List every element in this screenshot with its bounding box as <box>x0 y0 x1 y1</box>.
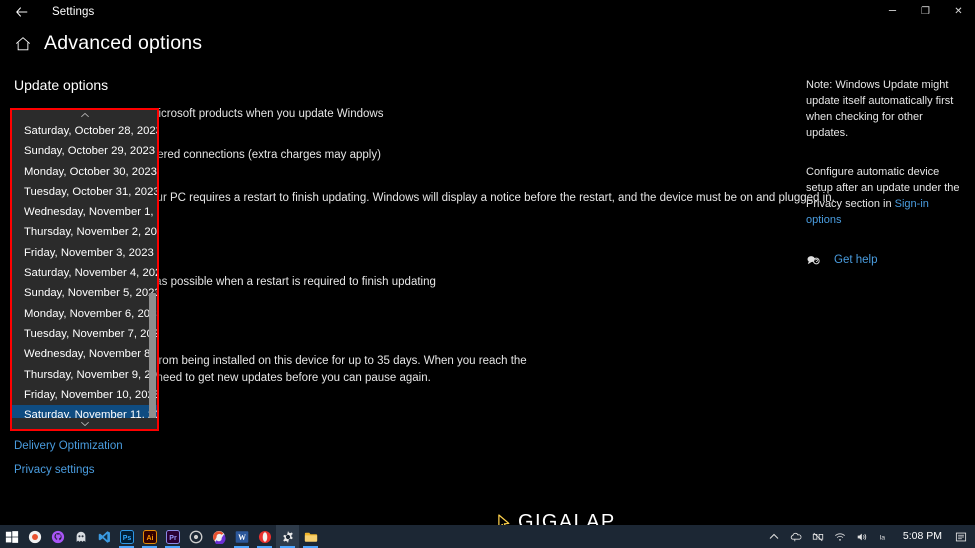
dropdown-option[interactable]: Thursday, November 9, 2023 <box>12 364 157 385</box>
dropdown-option[interactable]: Friday, November 3, 2023 <box>12 242 157 264</box>
dropdown-scroll-up-button[interactable] <box>12 110 157 121</box>
help-chat-icon <box>807 255 820 264</box>
pause-until-date-dropdown[interactable]: Saturday, October 28, 2023 Sunday, Octobe… <box>12 110 157 429</box>
opera-button[interactable] <box>253 525 276 548</box>
update-note-2: Configure automatic device setup after a… <box>806 165 966 229</box>
ghost-app-icon <box>76 531 85 542</box>
window-controls: – ❐ ✕ <box>876 0 975 24</box>
wifi-tray-icon[interactable] <box>829 525 851 548</box>
chevron-up-icon <box>769 533 779 539</box>
ghost-app-button[interactable] <box>69 525 92 548</box>
chevron-down-icon <box>80 421 89 427</box>
media-app-icon <box>212 530 226 544</box>
word-icon: W <box>235 530 248 543</box>
dropdown-option[interactable]: Saturday, November 11, 2023 <box>12 405 157 418</box>
action-center-icon <box>955 532 967 541</box>
dropdown-option[interactable]: Sunday, October 29, 2023 <box>12 141 157 162</box>
settings-button[interactable] <box>276 525 299 548</box>
dropdown-option[interactable]: Sunday, November 5, 2023 <box>12 283 157 304</box>
get-help-link[interactable]: Get help <box>834 254 877 266</box>
dropdown-option[interactable]: Thursday, November 2, 2023 <box>12 222 157 243</box>
window-title: Settings <box>52 6 95 18</box>
github-desktop-button[interactable] <box>46 525 69 548</box>
maximize-button[interactable]: ❐ <box>909 0 942 24</box>
browser-icon <box>189 530 202 543</box>
vs-code-button[interactable] <box>92 525 115 548</box>
start-button-icon <box>5 530 18 543</box>
dropdown-option[interactable]: Tuesday, November 7, 2023 <box>12 323 157 345</box>
dropdown-option[interactable]: Friday, November 10, 2023 <box>12 384 157 406</box>
taskbar: Ps Ai Pr W la 5:08 PM <box>0 525 975 548</box>
premiere-button[interactable]: Pr <box>161 525 184 548</box>
network-disconnected-icon <box>812 532 824 541</box>
github-desktop-icon <box>51 530 64 543</box>
delivery-optimization-link[interactable]: Delivery Optimization <box>14 440 123 452</box>
photoshop-icon: Ps <box>119 529 134 544</box>
svg-text:Ai: Ai <box>146 534 153 541</box>
get-help-row[interactable]: Get help <box>806 253 966 268</box>
home-icon[interactable] <box>14 35 32 53</box>
network-tray-icon[interactable] <box>807 525 829 548</box>
premiere-icon: Pr <box>165 529 180 544</box>
show-hidden-icons-button[interactable] <box>763 525 785 548</box>
dropdown-option[interactable]: Tuesday, October 31, 2023 <box>12 181 157 203</box>
svg-text:W: W <box>238 533 246 542</box>
clock[interactable]: 5:08 PM <box>895 525 950 548</box>
right-info-column: Note: Windows Update might update itself… <box>806 78 966 268</box>
svg-text:la: la <box>880 534 886 541</box>
page-header: Advanced options <box>14 32 202 55</box>
back-button[interactable] <box>0 0 44 24</box>
wifi-icon <box>834 532 845 541</box>
dropdown-option[interactable]: Monday, November 6, 2023 <box>12 303 157 324</box>
chevron-up-icon <box>80 112 89 118</box>
update-note-1: Note: Windows Update might update itself… <box>806 79 954 139</box>
dropdown-option[interactable]: Monday, October 30, 2023 <box>12 161 157 182</box>
settings-window: Settings – ❐ ✕ Advanced options Update o… <box>0 0 975 548</box>
privacy-settings-link[interactable]: Privacy settings <box>14 464 95 476</box>
dropdown-option[interactable]: Saturday, November 4, 2023 <box>12 263 157 284</box>
svg-text:Pr: Pr <box>169 534 177 541</box>
dropdown-option[interactable]: Wednesday, November 1, 2023 <box>12 202 157 223</box>
volume-icon <box>857 533 867 540</box>
illustrator-icon: Ai <box>142 529 157 544</box>
photoshop-button[interactable]: Ps <box>115 525 138 548</box>
dropdown-option[interactable]: Saturday, October 28, 2023 <box>12 121 157 142</box>
word-button[interactable]: W <box>230 525 253 548</box>
dropdown-option-list[interactable]: Saturday, October 28, 2023 Sunday, Octobe… <box>12 121 157 418</box>
dropdown-scroll-down-button[interactable] <box>12 418 157 429</box>
system-tray: la 5:08 PM <box>763 525 975 548</box>
recording-app-button[interactable] <box>23 525 46 548</box>
dropdown-option[interactable]: Wednesday, November 8, 2023 <box>12 344 157 365</box>
dropdown-scrollbar[interactable] <box>148 121 157 418</box>
media-app-button[interactable] <box>207 525 230 548</box>
dropdown-scrollbar-thumb[interactable] <box>149 293 156 418</box>
browser-button[interactable] <box>184 525 207 548</box>
taskbar-app-icons: Ps Ai Pr W <box>0 525 322 548</box>
section-title: Update options <box>14 77 109 93</box>
input-language-icon: la <box>880 534 886 541</box>
onedrive-tray-icon[interactable] <box>785 525 807 548</box>
onedrive-icon <box>790 532 802 541</box>
file-explorer-button[interactable] <box>299 525 322 548</box>
illustrator-button[interactable]: Ai <box>138 525 161 548</box>
svg-text:Ps: Ps <box>122 534 131 541</box>
opera-icon <box>258 530 271 543</box>
vs-code-icon <box>98 530 110 543</box>
minimize-button[interactable]: – <box>876 0 909 24</box>
recording-app-icon <box>28 530 41 543</box>
volume-tray-icon[interactable] <box>851 525 873 548</box>
close-button[interactable]: ✕ <box>942 0 975 24</box>
file-explorer-icon <box>304 532 317 542</box>
action-center-button[interactable] <box>950 525 972 548</box>
window-title-bar: Settings – ❐ ✕ <box>0 0 975 24</box>
page-title: Advanced options <box>44 32 203 54</box>
update-note-2-text: Configure automatic device setup after a… <box>806 165 960 210</box>
back-arrow-icon <box>16 7 28 17</box>
settings-icon <box>282 530 293 543</box>
start-button-button[interactable] <box>0 525 23 548</box>
input-language-tray-icon[interactable]: la <box>873 525 895 548</box>
